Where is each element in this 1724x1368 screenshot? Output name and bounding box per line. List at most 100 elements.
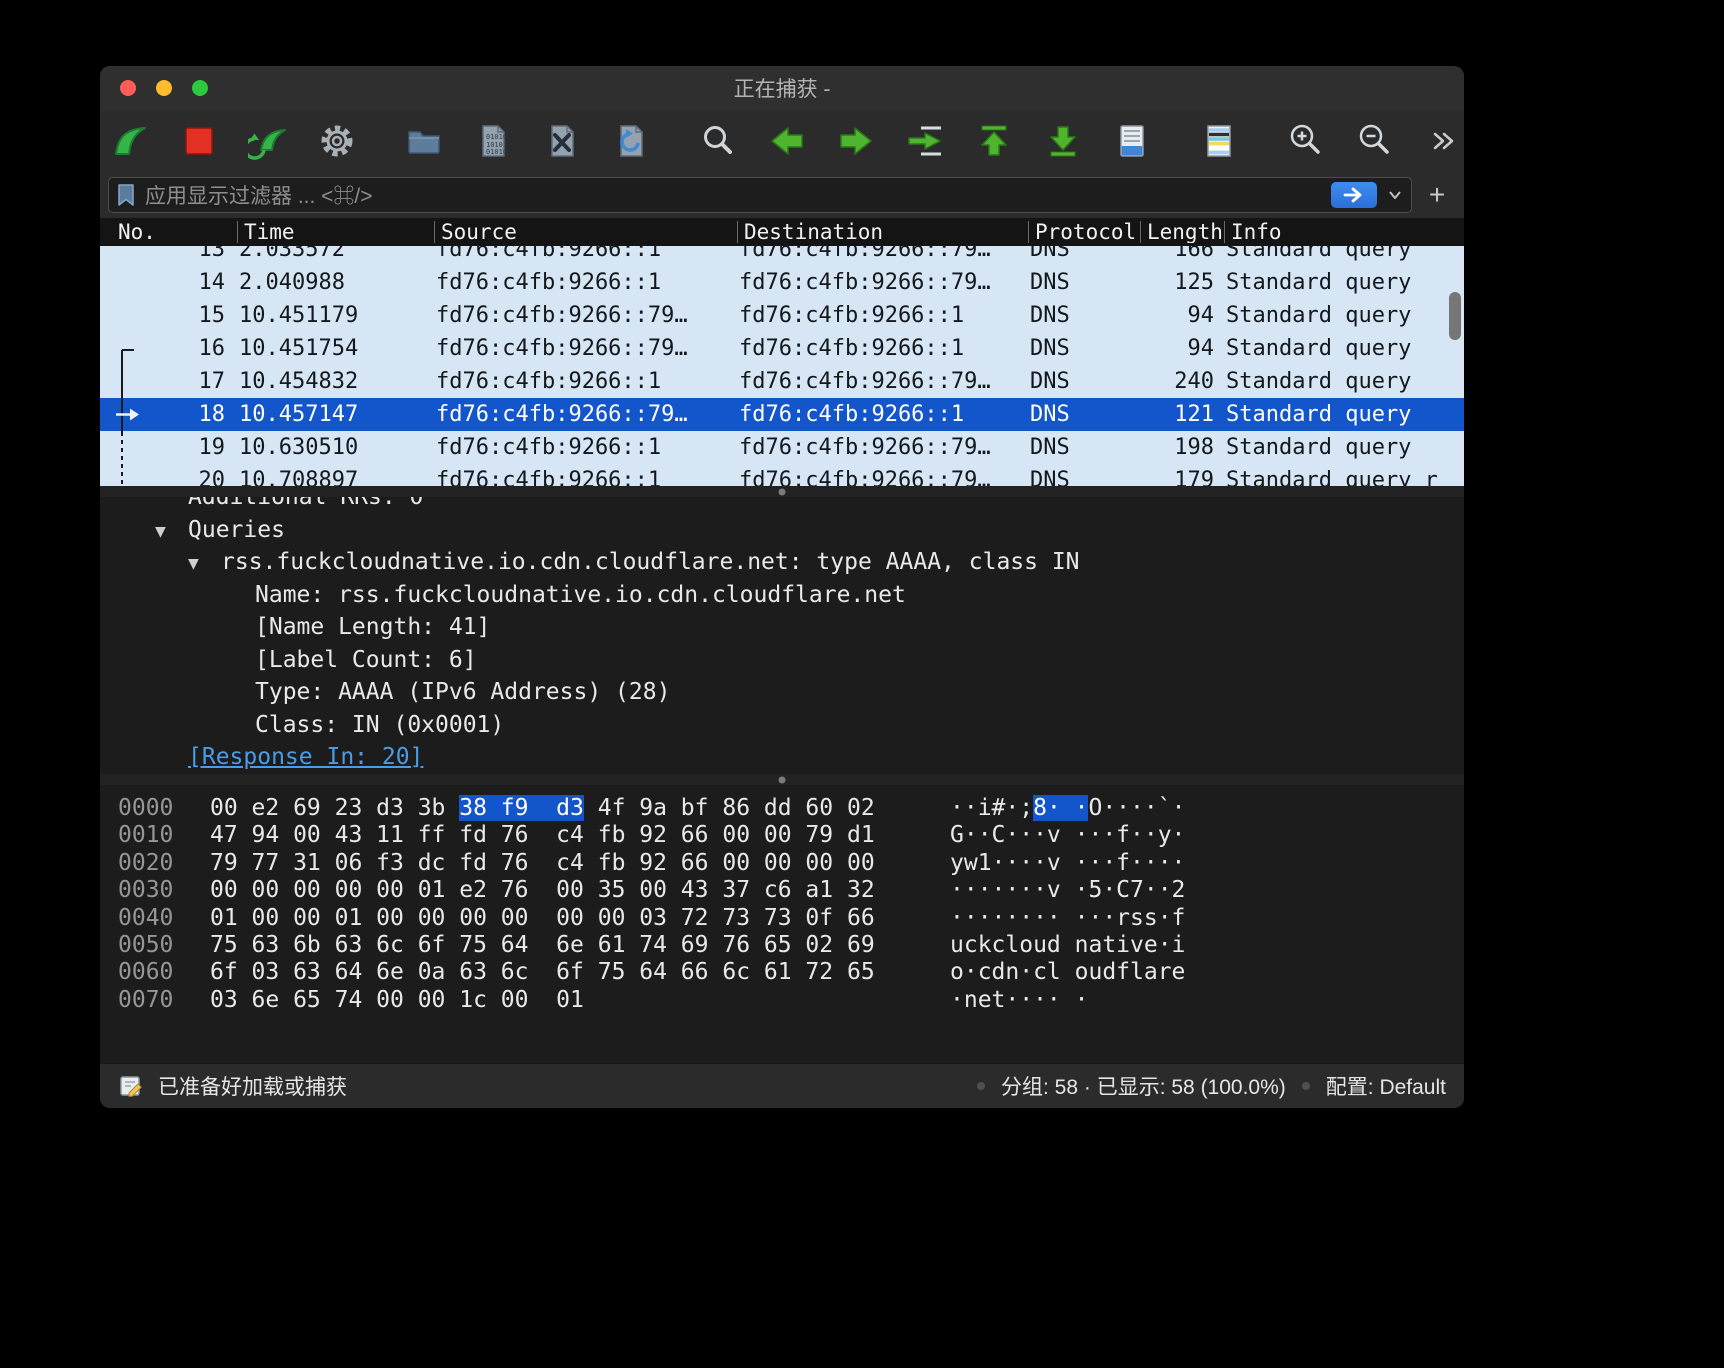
packet-no: 14 bbox=[100, 270, 237, 295]
packet-time: 10.451754 bbox=[237, 336, 434, 361]
hex-row[interactable]: 003000 00 00 00 00 01 e2 76 00 35 00 43 … bbox=[100, 877, 1464, 904]
packet-row[interactable]: 18 10.457147 fd76:c4fb:9266::79… fd76:c4… bbox=[100, 398, 1464, 431]
hex-row[interactable]: 007003 6e 65 74 00 00 1c 00 01·net···· · bbox=[100, 987, 1464, 1014]
capture-options-button[interactable] bbox=[317, 121, 357, 161]
arrow-right-icon bbox=[836, 121, 876, 161]
packet-protocol: DNS bbox=[1028, 336, 1140, 361]
packet-row[interactable]: 20 10.708897 fd76:c4fb:9266::1 fd76:c4fb… bbox=[100, 464, 1464, 486]
more-tools-button[interactable] bbox=[1424, 121, 1464, 161]
packet-row[interactable]: 15 10.451179 fd76:c4fb:9266::79… fd76:c4… bbox=[100, 299, 1464, 332]
column-header-protocol[interactable]: Protocol bbox=[1028, 221, 1140, 243]
packet-list: 13 2.033572 fd76:c4fb:9266::1 fd76:c4fb:… bbox=[100, 246, 1464, 486]
save-file-button[interactable]: 010101010101010 bbox=[473, 121, 513, 161]
hex-offset: 0000 bbox=[118, 795, 176, 822]
column-header-length[interactable]: Length bbox=[1140, 221, 1224, 243]
colorize-button[interactable] bbox=[1199, 121, 1239, 161]
svg-text:01010: 01010 bbox=[486, 133, 507, 141]
detail-line[interactable]: Type: AAAA (IPv6 Address) (28) bbox=[100, 676, 1464, 709]
status-ready-text: 已准备好加载或捕获 bbox=[158, 1071, 347, 1101]
packet-row[interactable]: 13 2.033572 fd76:c4fb:9266::1 fd76:c4fb:… bbox=[100, 246, 1464, 266]
detail-text: [Name Length: 41] bbox=[255, 614, 490, 640]
filter-dropdown-button[interactable] bbox=[1385, 182, 1405, 208]
detail-line[interactable]: Name: rss.fuckcloudnative.io.cdn.cloudfl… bbox=[100, 579, 1464, 612]
hex-row[interactable]: 000000 e2 69 23 d3 3b 38 f9 d3 4f 9a bf … bbox=[100, 795, 1464, 822]
bookmark-icon[interactable] bbox=[115, 182, 137, 208]
detail-line[interactable]: [Label Count: 6] bbox=[100, 644, 1464, 677]
packet-no: 17 bbox=[100, 369, 237, 394]
packet-row[interactable]: 19 10.630510 fd76:c4fb:9266::1 fd76:c4fb… bbox=[100, 431, 1464, 464]
packet-destination: fd76:c4fb:9266::79… bbox=[737, 468, 1028, 486]
arrow-up-icon bbox=[974, 121, 1014, 161]
zoom-out-button[interactable] bbox=[1355, 121, 1395, 161]
column-header-destination[interactable]: Destination bbox=[737, 221, 1028, 243]
arrow-down-icon bbox=[1043, 121, 1083, 161]
packet-list-scrollbar[interactable] bbox=[1449, 292, 1461, 340]
fullscreen-window-button[interactable] bbox=[192, 80, 208, 96]
go-back-button[interactable] bbox=[767, 121, 807, 161]
wireshark-window: 正在捕获 - 010101010101010 bbox=[100, 66, 1464, 1108]
add-filter-button[interactable]: + bbox=[1422, 178, 1452, 212]
detail-text: Name: rss.fuckcloudnative.io.cdn.cloudfl… bbox=[255, 582, 906, 608]
go-forward-button[interactable] bbox=[836, 121, 876, 161]
packet-info: Standard query bbox=[1224, 402, 1464, 427]
hex-offset: 0050 bbox=[118, 932, 176, 959]
status-separator-icon bbox=[1302, 1082, 1310, 1090]
find-packet-button[interactable] bbox=[698, 121, 738, 161]
detail-line[interactable]: Class: IN (0x0001) bbox=[100, 709, 1464, 742]
hex-ascii: o·cdn·cl oudflare bbox=[950, 959, 1185, 986]
hex-row[interactable]: 001047 94 00 43 11 ff fd 76 c4 fb 92 66 … bbox=[100, 822, 1464, 849]
splitter-handle-icon bbox=[779, 776, 786, 783]
open-file-button[interactable] bbox=[404, 121, 444, 161]
reload-file-button[interactable] bbox=[611, 121, 651, 161]
packet-source: fd76:c4fb:9266::1 bbox=[434, 435, 737, 460]
hex-row[interactable]: 002079 77 31 06 f3 dc fd 76 c4 fb 92 66 … bbox=[100, 850, 1464, 877]
close-file-button[interactable] bbox=[542, 121, 582, 161]
packet-source: fd76:c4fb:9266::1 bbox=[434, 468, 737, 486]
svg-text:01010: 01010 bbox=[486, 148, 507, 156]
arrow-right-icon bbox=[1341, 186, 1367, 204]
profile-text[interactable]: 配置: Default bbox=[1326, 1071, 1446, 1101]
filter-bar: 应用显示过滤器 ... <⌘/> + bbox=[100, 172, 1464, 218]
close-file-icon bbox=[542, 121, 582, 161]
arrow-left-icon bbox=[767, 121, 807, 161]
stop-capture-button[interactable] bbox=[179, 121, 219, 161]
packet-row[interactable]: 17 10.454832 fd76:c4fb:9266::1 fd76:c4fb… bbox=[100, 365, 1464, 398]
hex-row[interactable]: 00606f 03 63 64 6e 0a 63 6c 6f 75 64 66 … bbox=[100, 959, 1464, 986]
auto-scroll-button[interactable] bbox=[1112, 121, 1152, 161]
expand-triangle-icon[interactable]: ▼ bbox=[155, 516, 188, 549]
packet-source: fd76:c4fb:9266::79… bbox=[434, 303, 737, 328]
go-to-last-packet-button[interactable] bbox=[1043, 121, 1083, 161]
close-window-button[interactable] bbox=[120, 80, 136, 96]
packet-row[interactable]: 16 10.451754 fd76:c4fb:9266::79… fd76:c4… bbox=[100, 332, 1464, 365]
pane-splitter-top[interactable] bbox=[100, 486, 1464, 497]
hex-bytes: 79 77 31 06 f3 dc fd 76 c4 fb 92 66 00 0… bbox=[210, 850, 910, 877]
zoom-in-button[interactable] bbox=[1286, 121, 1326, 161]
hex-row[interactable]: 005075 63 6b 63 6c 6f 75 64 6e 61 74 69 … bbox=[100, 932, 1464, 959]
restart-capture-button[interactable] bbox=[248, 121, 288, 161]
detail-line[interactable]: ▼Queries bbox=[100, 514, 1464, 547]
hex-row[interactable]: 004001 00 00 01 00 00 00 00 00 00 03 72 … bbox=[100, 905, 1464, 932]
detail-line[interactable]: [Name Length: 41] bbox=[100, 611, 1464, 644]
expand-triangle-icon[interactable]: ▼ bbox=[188, 548, 221, 581]
go-to-first-packet-button[interactable] bbox=[974, 121, 1014, 161]
detail-line[interactable]: ▼rss.fuckcloudnative.io.cdn.cloudflare.n… bbox=[100, 546, 1464, 579]
column-header-no[interactable]: No. bbox=[100, 221, 237, 243]
capture-file-properties-icon[interactable] bbox=[118, 1073, 144, 1099]
packet-time: 2.033572 bbox=[237, 246, 434, 262]
detail-line[interactable]: [Response In: 20] bbox=[100, 741, 1464, 774]
detail-line[interactable]: Additional RRs: 0 bbox=[100, 497, 1464, 514]
pane-splitter-bottom[interactable] bbox=[100, 774, 1464, 785]
hex-offset: 0010 bbox=[118, 822, 176, 849]
minimize-window-button[interactable] bbox=[156, 80, 172, 96]
display-filter-input[interactable]: 应用显示过滤器 ... <⌘/> bbox=[108, 177, 1412, 213]
start-capture-button[interactable] bbox=[110, 121, 150, 161]
column-header-info[interactable]: Info bbox=[1224, 221, 1464, 243]
packet-no: 13 bbox=[100, 246, 237, 262]
gear-icon bbox=[317, 121, 357, 161]
packet-protocol: DNS bbox=[1028, 402, 1140, 427]
packet-row[interactable]: 14 2.040988 fd76:c4fb:9266::1 fd76:c4fb:… bbox=[100, 266, 1464, 299]
go-to-packet-button[interactable] bbox=[905, 121, 945, 161]
column-header-source[interactable]: Source bbox=[434, 221, 737, 243]
column-header-time[interactable]: Time bbox=[237, 221, 434, 243]
apply-filter-button[interactable] bbox=[1331, 182, 1377, 208]
